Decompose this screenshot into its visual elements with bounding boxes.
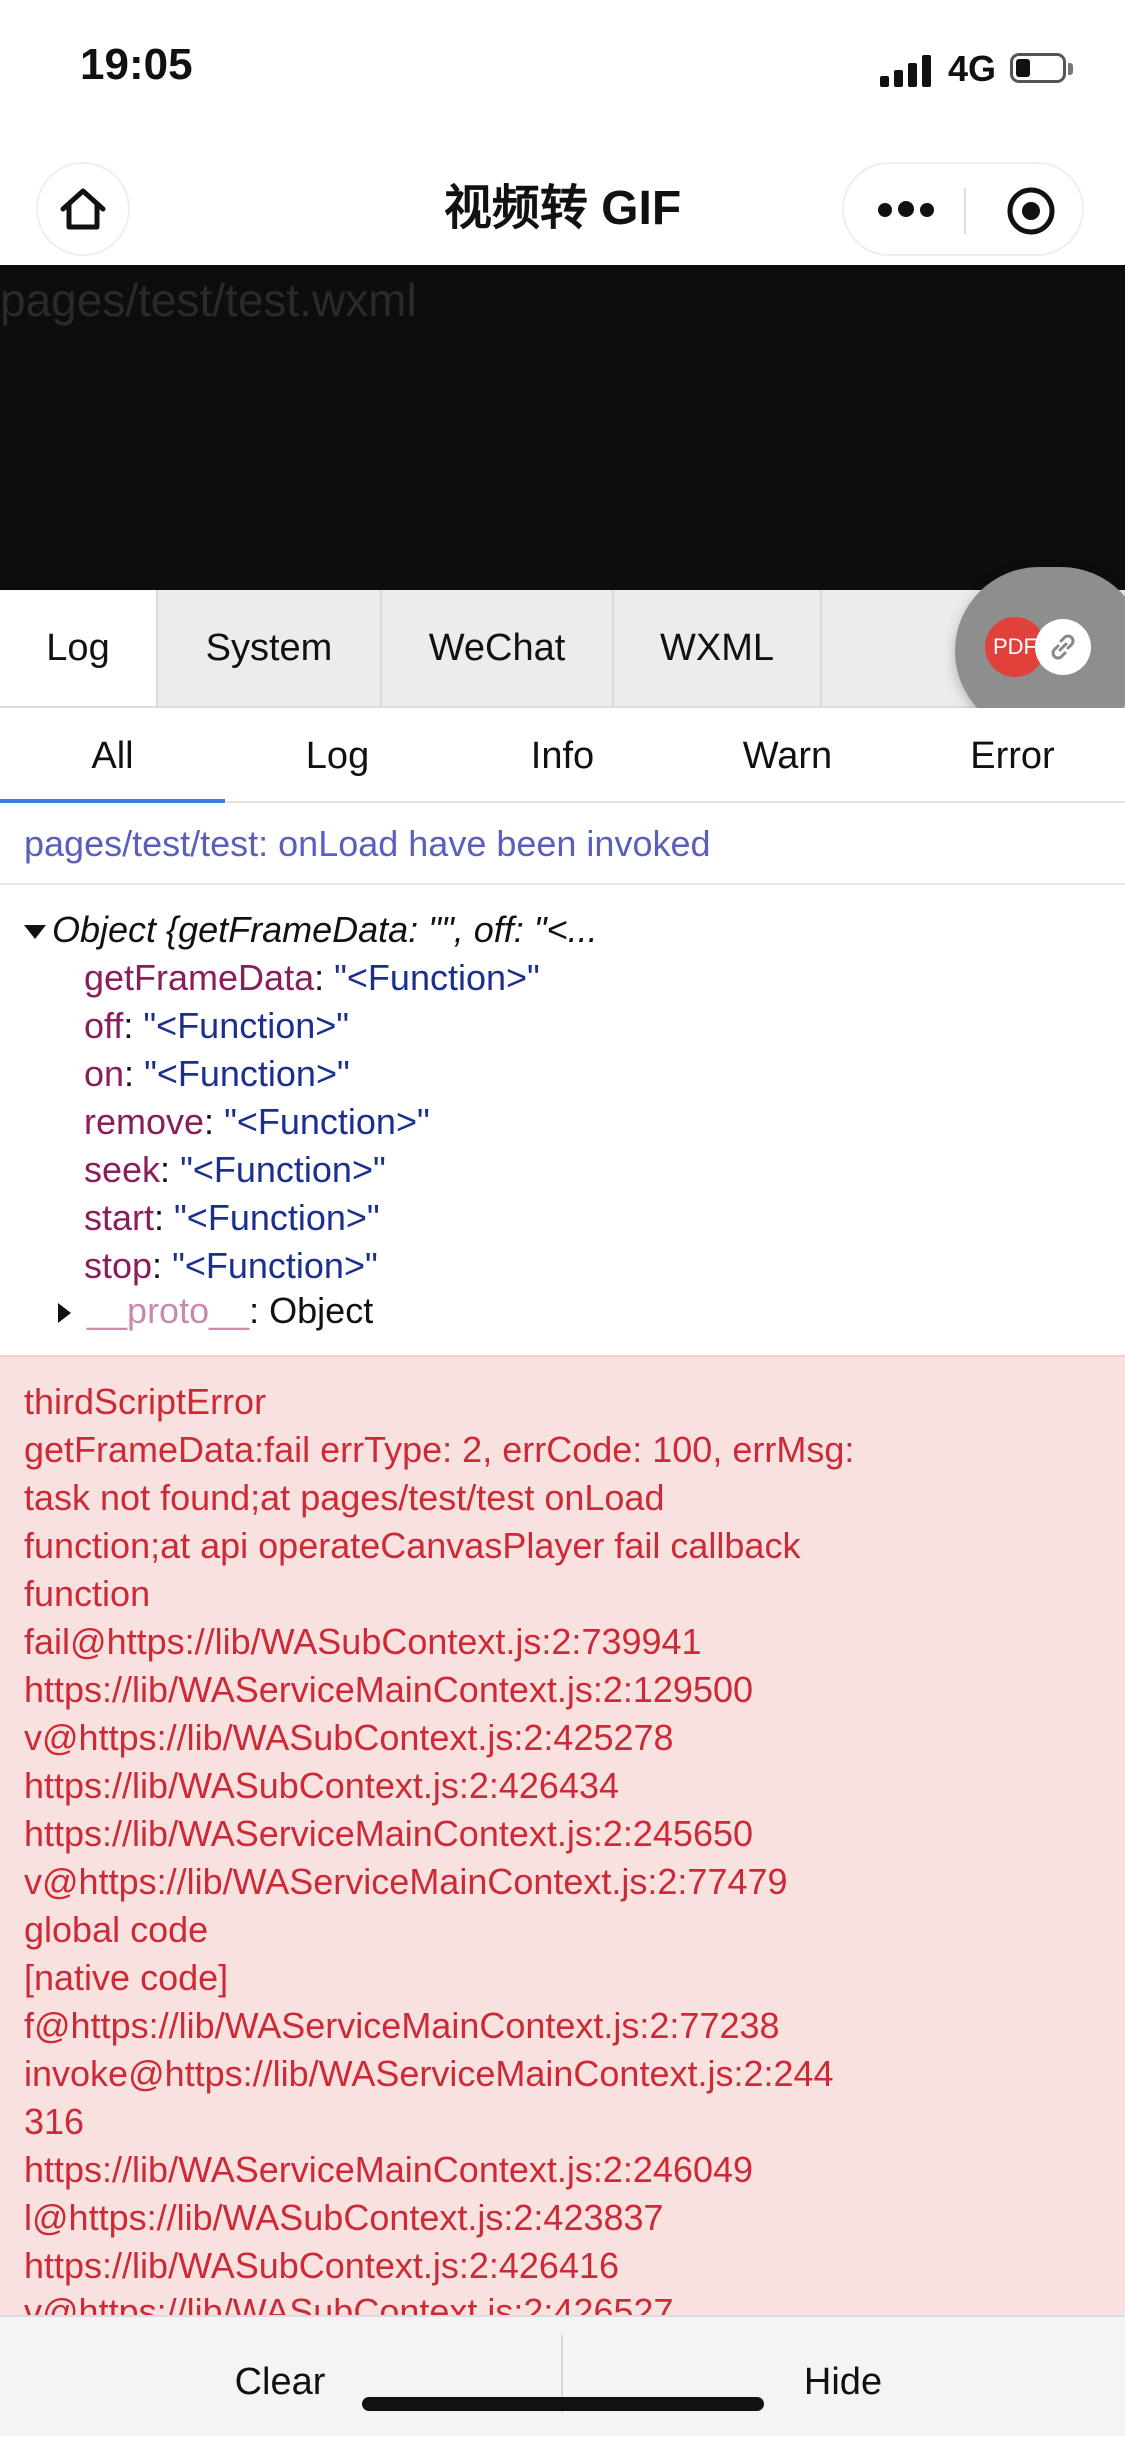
status-bar: 19:05 4G: [0, 0, 1125, 140]
error-log-entry: thirdScriptError getFrameData:fail errTy…: [0, 1355, 1125, 2317]
expand-triangle-icon[interactable]: [58, 1303, 71, 1324]
tab-wxml[interactable]: WXML: [614, 590, 822, 706]
wxml-path-text: pages/test/test.wxml: [0, 274, 417, 326]
error-line: invoke@https://lib/WAServiceMainContext.…: [24, 2053, 834, 2094]
object-prop: off: "<Function>": [84, 1005, 350, 1046]
filter-warn[interactable]: Warn: [675, 708, 900, 801]
tab-system[interactable]: System: [158, 590, 382, 706]
nav-bar: 视频转 GIF: [0, 140, 1125, 265]
error-line: global code: [24, 1909, 209, 1950]
filter-info[interactable]: Info: [450, 708, 675, 801]
link-icon: [1035, 619, 1091, 675]
battery-icon: [1010, 53, 1074, 85]
log-message: pages/test/test: onLoad have been invoke…: [24, 823, 711, 864]
filter-log[interactable]: Log: [225, 708, 450, 801]
more-icon[interactable]: [878, 201, 938, 221]
proto-key: __proto__: [87, 1290, 250, 1331]
proto-value: : Object: [249, 1290, 374, 1331]
close-miniprogram-icon[interactable]: [1006, 186, 1056, 236]
error-line: f@https://lib/WAServiceMainContext.js:2:…: [24, 2005, 780, 2046]
object-log-entry: Object {getFrameData: "", off: "<... get…: [0, 885, 1125, 1355]
network-type: 4G: [948, 48, 997, 89]
error-line: https://lib/WASubContext.js:2:426416: [24, 2245, 620, 2286]
error-line: thirdScriptError: [24, 1381, 267, 1422]
object-header[interactable]: Object {getFrameData: "", off: "<...: [24, 909, 598, 951]
clear-button[interactable]: Clear: [0, 2317, 560, 2437]
signal-icon: [880, 55, 934, 87]
log-entry: pages/test/test: onLoad have been invoke…: [0, 805, 1125, 885]
error-line: function;at api operateCanvasPlayer fail…: [24, 1525, 801, 1566]
status-time: 19:05: [80, 40, 193, 89]
hide-button[interactable]: Hide: [563, 2317, 1123, 2437]
filter-all[interactable]: All: [0, 708, 225, 803]
log-filter-tabs: All Log Info Warn Error: [0, 708, 1125, 803]
object-prop: stop: "<Function>": [84, 1245, 378, 1286]
error-line: https://lib/WAServiceMainContext.js:2:24…: [24, 1813, 754, 1854]
error-line: l@https://lib/WASubContext.js:2:423837: [24, 2197, 664, 2238]
error-line: v@https://lib/WAServiceMainContext.js:2:…: [24, 1861, 788, 1902]
page-content: pages/test/test.wxml: [0, 265, 1125, 590]
error-line: 316: [24, 2101, 85, 2142]
object-prop: seek: "<Function>": [84, 1149, 386, 1190]
capsule-menu: [842, 162, 1084, 256]
capsule-divider: [964, 188, 966, 234]
object-prop: start: "<Function>": [84, 1197, 380, 1238]
error-line: getFrameData:fail errType: 2, errCode: 1…: [24, 1429, 855, 1470]
object-summary: Object {getFrameData: "", off: "<...: [52, 909, 598, 950]
tab-wechat[interactable]: WeChat: [382, 590, 614, 706]
error-line: v@https://lib/WASubContext.js:2:425278: [24, 1717, 674, 1758]
collapse-triangle-icon[interactable]: [24, 925, 46, 940]
error-line: fail@https://lib/WASubContext.js:2:73994…: [24, 1621, 702, 1662]
error-line: task not found;at pages/test/test onLoad: [24, 1477, 665, 1518]
tab-log[interactable]: Log: [0, 590, 158, 706]
filter-error[interactable]: Error: [900, 708, 1125, 801]
error-line: [native code]: [24, 1957, 229, 1998]
object-prop: getFrameData: "<Function>": [84, 957, 540, 998]
error-line: https://lib/WASubContext.js:2:426434: [24, 1765, 620, 1806]
object-prop: on: "<Function>": [84, 1053, 350, 1094]
object-prop: remove: "<Function>": [84, 1101, 430, 1142]
error-line: function: [24, 1573, 151, 1614]
proto-row[interactable]: __proto__: Object: [58, 1290, 373, 1332]
vconsole-footer: Clear Hide: [0, 2315, 1125, 2436]
error-line: v@https://lib/WASubContext.js:2:426527: [24, 2291, 674, 2317]
error-line: https://lib/WAServiceMainContext.js:2:12…: [24, 1669, 754, 1710]
home-indicator: [362, 2397, 764, 2411]
error-line: https://lib/WAServiceMainContext.js:2:24…: [24, 2149, 754, 2190]
